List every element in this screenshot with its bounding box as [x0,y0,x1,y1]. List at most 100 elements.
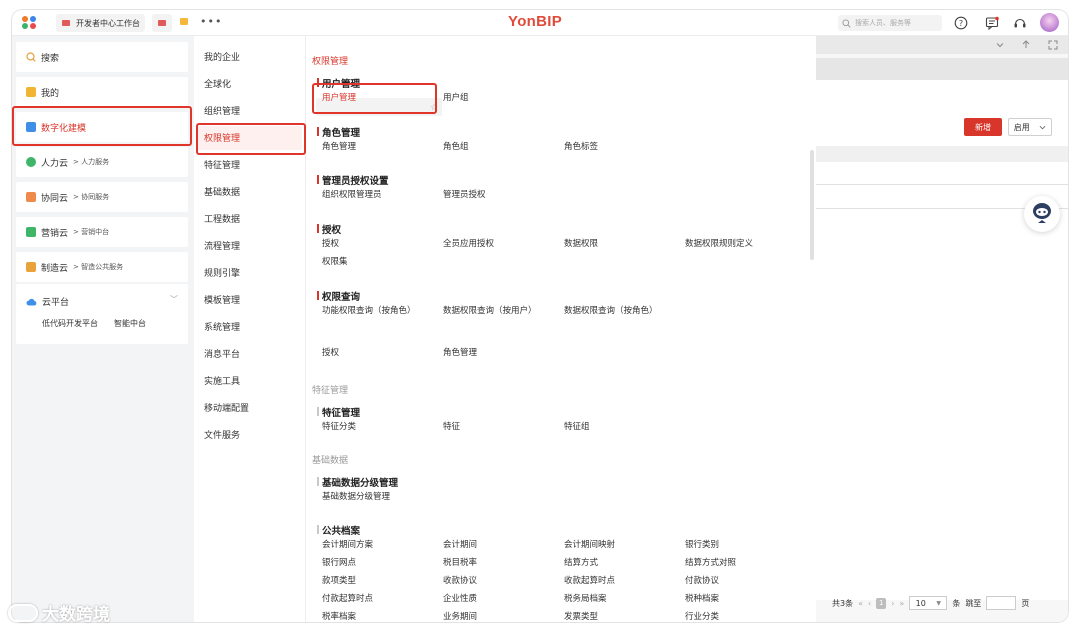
menu-link[interactable]: 数据权限查询（按角色） [564,306,658,317]
scrollbar[interactable] [810,150,814,260]
table-row-divider [816,184,1068,185]
search-icon [842,18,851,28]
sub-menu-item[interactable]: 模板管理 [204,293,240,306]
menu-link[interactable]: 收款协议 [443,576,533,587]
sub-menu-item[interactable]: 组织管理 [204,104,240,117]
menu-link[interactable]: 收款起算时点 [564,576,654,587]
menu-manufacturing-cloud[interactable]: 制造云 > 智造公共服务 [16,252,188,282]
menu-link[interactable]: 组织权限管理员 [322,190,412,201]
menu-link[interactable]: 角色组 [443,142,533,153]
menu-link[interactable]: 会计期间方案 [322,540,412,551]
menu-label: 营销云 [41,228,69,239]
tab-developer-workbench[interactable]: 开发者中心工作台 [56,14,145,32]
menu-link[interactable]: 授权 [322,348,412,359]
menu-cloud-platform[interactable]: 云平台 ﹀ 低代码开发平台 智能中台 [16,284,188,344]
menu-link[interactable]: 全员应用授权 [443,239,533,250]
menu-link[interactable]: 会计期间 [443,540,533,551]
menu-link[interactable]: 角色管理 [443,348,533,359]
sub-menu-item[interactable]: 实施工具 [204,374,240,387]
menu-search[interactable]: 搜索 [16,42,188,72]
user-avatar[interactable] [1040,13,1059,32]
sub-menu-item[interactable]: 基础数据 [204,185,240,198]
menu-mine[interactable]: 我的 [16,77,188,107]
more-tabs-button[interactable]: ••• [200,15,222,28]
section-title: 权限管理 [312,57,349,67]
menu-link[interactable]: 基础数据分级管理 [322,492,412,503]
menu-hr-cloud[interactable]: 人力云 > 人力服务 [16,147,188,177]
menu-link[interactable]: 结算方式对照 [685,558,775,569]
menu-link[interactable]: 业务期间 [443,612,533,622]
menu-collab-cloud[interactable]: 协同云 > 协同服务 [16,182,188,212]
table-header [816,146,1068,162]
menu-marketing-cloud[interactable]: 营销云 > 营销中台 [16,217,188,247]
menu-link[interactable]: 角色标签 [564,142,654,153]
menu-link[interactable]: 数据权限 [564,239,654,250]
menu-link[interactable]: 数据权限查询（按用户） [443,306,537,317]
next-page-icon[interactable]: › [891,599,894,608]
menu-sub-label: > 智造公共服务 [73,263,124,271]
customer-service-icon[interactable] [1013,16,1027,30]
sub-menu-item[interactable]: 文件服务 [204,428,240,441]
menu-link[interactable]: 功能权限查询（按角色） [322,306,416,317]
menu-link[interactable]: 数据权限规则定义 [685,239,775,250]
menu-link[interactable]: 用户组 [443,93,533,104]
menu-link[interactable]: 权限集 [322,257,412,268]
sub-menu-item[interactable]: 全球化 [204,77,231,90]
cloud-sub-ai[interactable]: 智能中台 [114,318,146,329]
upload-icon[interactable] [1022,40,1030,49]
sub-menu-item[interactable]: 系统管理 [204,320,240,333]
group-title: 管理员授权设置 [317,173,389,187]
folder-icon[interactable] [180,18,188,25]
tab-2[interactable] [152,14,172,32]
sub-menu-item[interactable]: 消息平台 [204,347,240,360]
menu-link[interactable]: 税务局档案 [564,594,654,605]
section-title: 特征管理 [312,386,349,396]
page-number[interactable]: 1 [876,597,887,609]
menu-sub-label: > 营销中台 [73,228,110,236]
sub-menu-item[interactable]: 特征管理 [204,158,240,171]
menu-link[interactable]: 特征组 [564,422,654,433]
cloud-sub-lowcode[interactable]: 低代码开发平台 [42,318,98,329]
message-icon[interactable] [985,16,999,30]
menu-link[interactable]: 税率档案 [322,612,412,622]
prev-page-icon[interactable]: ‹ [868,599,871,608]
menu-link[interactable]: 管理员授权 [443,190,533,201]
menu-link[interactable]: 付款协议 [685,576,775,587]
first-page-icon[interactable]: « [858,599,863,608]
global-search-input[interactable]: 搜索人员、服务等 [838,15,942,31]
cloud-icon [26,298,37,305]
menu-link[interactable]: 发票类型 [564,612,654,622]
menu-link[interactable]: 角色管理 [322,142,412,153]
new-button[interactable]: 新增 [964,118,1002,136]
menu-link[interactable]: 税种档案 [685,594,775,605]
chevron-down-icon[interactable]: ﹀ [170,294,178,305]
menu-link[interactable]: 特征分类 [322,422,412,433]
page-size-select[interactable]: 10 ▼ [909,596,948,610]
app-grid-logo-icon[interactable] [22,16,38,30]
sub-menu-item[interactable]: 流程管理 [204,239,240,252]
menu-link[interactable]: 款项类型 [322,576,412,587]
menu-link[interactable]: 企业性质 [443,594,533,605]
group-title: 角色管理 [317,125,360,139]
menu-link[interactable]: 税目税率 [443,558,533,569]
menu-link[interactable]: 付款起算时点 [322,594,412,605]
menu-link[interactable]: 银行网点 [322,558,412,569]
menu-label: 制造云 [41,263,69,274]
sub-menu-item[interactable]: 移动端配置 [204,401,249,414]
menu-link[interactable]: 会计期间映射 [564,540,654,551]
menu-link[interactable]: 行业分类 [685,612,775,622]
menu-link[interactable]: 银行类别 [685,540,775,551]
help-icon[interactable]: ? [954,16,968,30]
menu-link[interactable]: 授权 [322,239,412,250]
menu-link[interactable]: 结算方式 [564,558,654,569]
last-page-icon[interactable]: » [899,599,904,608]
jump-page-input[interactable] [986,596,1017,610]
chevron-down-icon[interactable] [996,41,1004,49]
sub-menu-item[interactable]: 我的企业 [204,50,240,63]
sub-menu-item[interactable]: 工程数据 [204,212,240,225]
menu-link[interactable]: 特征 [443,422,533,433]
sub-menu-item[interactable]: 规则引擎 [204,266,240,279]
assistant-robot-icon[interactable] [1024,196,1060,232]
enable-dropdown[interactable]: 启用 [1008,118,1052,136]
fullscreen-icon[interactable] [1048,40,1058,50]
